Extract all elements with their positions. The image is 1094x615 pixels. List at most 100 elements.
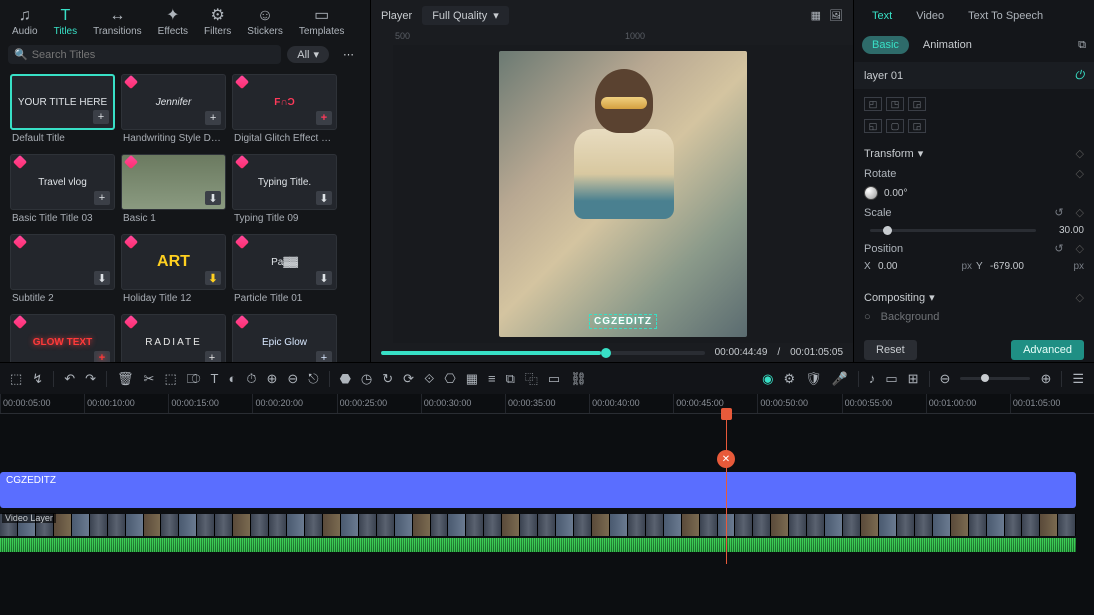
asset-tab-stickers[interactable]: ☺Stickers xyxy=(241,6,289,39)
video-clip[interactable] xyxy=(341,514,359,536)
asset-tab-templates[interactable]: ▭Templates xyxy=(293,6,351,39)
video-clip[interactable] xyxy=(251,514,269,536)
more-button[interactable]: ⋯ xyxy=(335,46,362,63)
rotate-keyframe-icon[interactable]: ◇ xyxy=(1076,167,1084,180)
video-clip[interactable] xyxy=(951,514,969,536)
text-overlay[interactable]: CGZEDITZ xyxy=(589,314,657,329)
video-clip[interactable] xyxy=(126,514,144,536)
video-clip[interactable] xyxy=(1022,514,1040,536)
title-card[interactable]: RADIATE+ xyxy=(121,314,226,362)
track-icon[interactable]: ⎋ xyxy=(308,371,318,387)
align-tr-button[interactable]: ◲ xyxy=(908,97,926,111)
text-tool-icon[interactable]: T xyxy=(211,371,219,386)
timeline-tick[interactable]: 00:00:05:00 xyxy=(0,394,84,413)
filter-all-dropdown[interactable]: All ▾ xyxy=(287,46,329,63)
add-button[interactable]: + xyxy=(94,191,110,205)
advanced-button[interactable]: Advanced xyxy=(1011,340,1084,360)
asset-tab-effects[interactable]: ✦Effects xyxy=(152,6,194,39)
bracket-icon[interactable]: ⎔ xyxy=(444,371,455,387)
video-clip[interactable] xyxy=(682,514,700,536)
video-clip[interactable] xyxy=(215,514,233,536)
video-clip[interactable] xyxy=(915,514,933,536)
title-thumb[interactable]: F∩Ɔ+ xyxy=(232,74,337,130)
asset-tab-titles[interactable]: TTitles xyxy=(48,6,84,39)
search-input[interactable] xyxy=(32,49,276,61)
text-track-clip[interactable]: CGZEDITZ xyxy=(0,472,1076,508)
quality-dropdown[interactable]: Full Quality ▾ xyxy=(422,6,509,25)
zoom-out-icon[interactable]: ⊖ xyxy=(287,371,298,387)
title-thumb[interactable]: Pa▓▓⬇ xyxy=(232,234,337,290)
video-clip[interactable] xyxy=(592,514,610,536)
video-clip[interactable] xyxy=(377,514,395,536)
video-clip[interactable] xyxy=(789,514,807,536)
unlink-icon[interactable]: ⛓ xyxy=(570,371,587,387)
video-clip[interactable] xyxy=(233,514,251,536)
speed-icon[interactable]: ⏱ xyxy=(246,371,256,387)
download-button[interactable]: ⬇ xyxy=(316,191,332,205)
tab-video[interactable]: Video xyxy=(906,6,954,26)
add-button[interactable]: + xyxy=(205,351,221,362)
title-card[interactable]: GLOW TEXT+ xyxy=(10,314,115,362)
timeline-tick[interactable]: 00:01:00:00 xyxy=(926,394,1010,413)
layer-toggle-icon[interactable]: ⏻ xyxy=(1075,68,1085,83)
arrange-icon[interactable]: ⬚ xyxy=(10,371,22,387)
menu-icon[interactable]: ☰ xyxy=(1072,371,1084,387)
video-clip[interactable] xyxy=(323,514,341,536)
add-button[interactable]: + xyxy=(316,351,332,362)
title-thumb[interactable]: ⬇ xyxy=(10,234,115,290)
layout-icon[interactable]: ▦ xyxy=(811,9,821,22)
timeline-tick[interactable]: 00:00:10:00 xyxy=(84,394,168,413)
asset-tab-audio[interactable]: ♫Audio xyxy=(6,6,44,39)
subtab-basic[interactable]: Basic xyxy=(862,36,909,54)
radio-icon[interactable]: ○ xyxy=(864,311,871,323)
title-card[interactable]: Jennifer+Handwriting Style Design Tit… xyxy=(121,74,226,150)
video-clip[interactable] xyxy=(502,514,520,536)
zoom-plus-icon[interactable]: ⊕ xyxy=(1040,371,1051,387)
add-button[interactable]: + xyxy=(93,110,109,124)
download-button[interactable]: ⬇ xyxy=(94,271,110,285)
position-keyframe-icon[interactable]: ◇ xyxy=(1076,242,1084,255)
timeline-tick[interactable]: 00:00:40:00 xyxy=(589,394,673,413)
video-clip[interactable] xyxy=(197,514,215,536)
video-clip[interactable] xyxy=(269,514,287,536)
video-clip[interactable] xyxy=(987,514,1005,536)
title-card[interactable]: YOUR TITLE HERE+Default Title xyxy=(10,74,115,150)
video-clip[interactable] xyxy=(484,514,502,536)
video-clip[interactable] xyxy=(108,514,126,536)
title-thumb[interactable]: ART⬇ xyxy=(121,234,226,290)
download-button[interactable]: ⬇ xyxy=(205,191,221,205)
title-card[interactable]: Epic Glow+ xyxy=(232,314,337,362)
video-clip[interactable] xyxy=(179,514,197,536)
video-clip[interactable] xyxy=(628,514,646,536)
video-clip[interactable] xyxy=(574,514,592,536)
video-clip[interactable] xyxy=(843,514,861,536)
video-clip[interactable] xyxy=(72,514,90,536)
select-icon[interactable]: ↯ xyxy=(32,371,43,387)
reset-button[interactable]: Reset xyxy=(864,340,917,360)
clock-icon[interactable]: ◷ xyxy=(361,371,372,387)
align-bc-button[interactable]: ▢ xyxy=(886,119,904,133)
title-card[interactable]: Typing Title.⬇Typing Title 09 xyxy=(232,154,337,230)
title-card[interactable]: F∩Ɔ+Digital Glitch Effect Opener 01 xyxy=(232,74,337,150)
scale-keyframe-icon[interactable]: ◇ xyxy=(1076,206,1084,219)
video-clip[interactable] xyxy=(161,514,179,536)
transform-keyframe-icon[interactable]: ◇ xyxy=(1076,147,1084,160)
compositing-chevron-icon[interactable]: ▾ xyxy=(929,291,935,304)
link-icon[interactable]: ⧉ xyxy=(506,371,515,387)
timeline[interactable]: 00:00:05:0000:00:10:0000:00:15:0000:00:2… xyxy=(0,394,1094,615)
timeline-tick[interactable]: 00:00:45:00 xyxy=(673,394,757,413)
video-clip[interactable] xyxy=(556,514,574,536)
video-clip[interactable] xyxy=(1005,514,1023,536)
audio-track[interactable] xyxy=(0,538,1076,552)
view-green-icon[interactable]: ◉ xyxy=(762,371,773,387)
mic-icon[interactable]: 🎤 xyxy=(832,371,848,387)
expand-icon[interactable]: ⧉ xyxy=(1078,39,1086,52)
paste-icon[interactable]: ▭ xyxy=(548,371,560,387)
delete-icon[interactable]: 🗑 xyxy=(117,371,134,387)
title-card[interactable]: ⬇Subtitle 2 xyxy=(10,234,115,310)
playhead-marker-icon[interactable]: ✕ xyxy=(717,450,735,468)
video-clip[interactable] xyxy=(359,514,377,536)
download-button[interactable]: ⬇ xyxy=(205,271,221,285)
timeline-tick[interactable]: 00:00:35:00 xyxy=(505,394,589,413)
scrub-bar[interactable] xyxy=(381,351,705,355)
